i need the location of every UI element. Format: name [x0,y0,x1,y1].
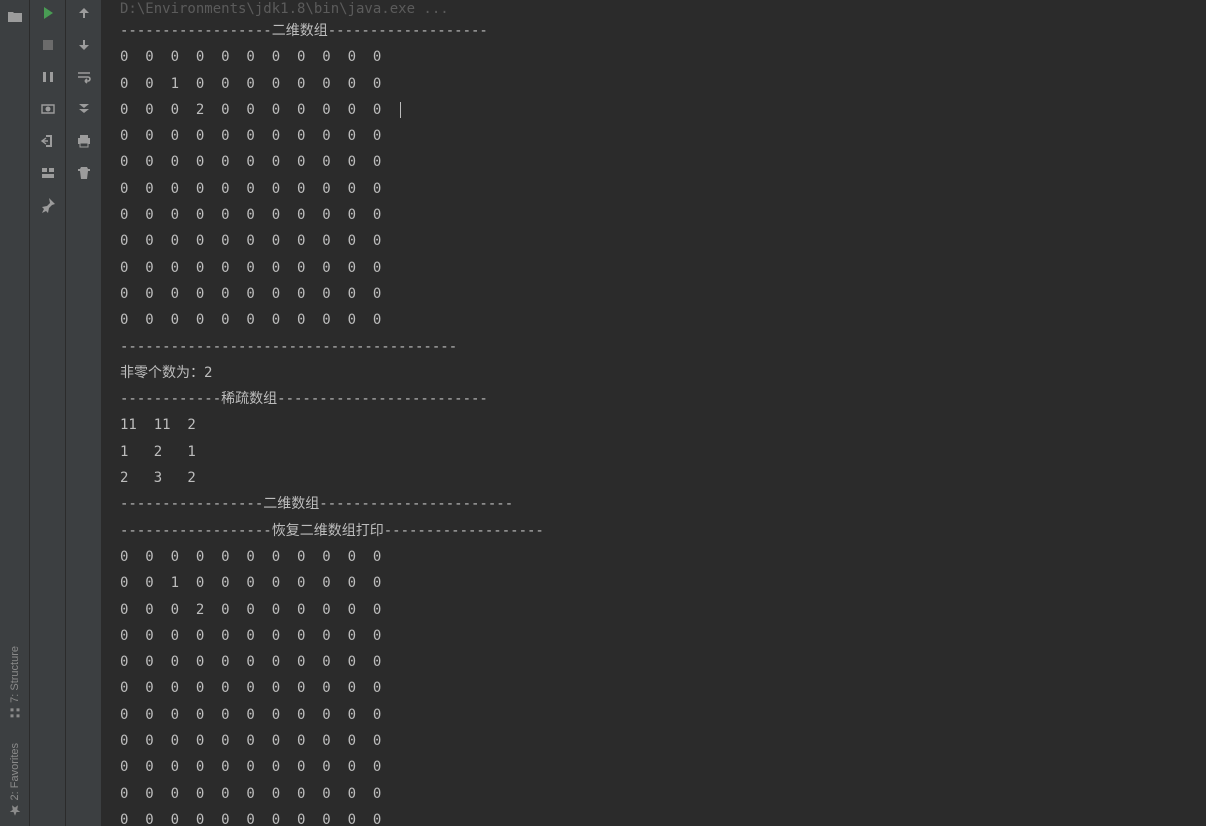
left-side-tab-strip: 7: Structure 2: Favorites [0,0,30,826]
stop-button[interactable] [35,32,61,58]
project-view-icon[interactable] [2,4,28,30]
layout-button[interactable] [35,160,61,186]
run-toolbar-secondary [66,0,102,826]
run-button[interactable] [35,0,61,26]
side-tab-favorites[interactable]: 2: Favorites [9,733,21,826]
text-caret [400,102,401,118]
run-toolbar-primary [30,0,66,826]
star-icon [9,804,21,816]
scroll-down-button[interactable] [71,32,97,58]
soft-wrap-button[interactable] [71,64,97,90]
pause-button[interactable] [35,64,61,90]
exit-button[interactable] [35,128,61,154]
side-tab-favorites-label: 2: Favorites [9,743,21,800]
scroll-up-button[interactable] [71,0,97,26]
console-command-header: D:\Environments\jdk1.8\bin\java.exe ... [120,0,1206,18]
console-panel: D:\Environments\jdk1.8\bin\java.exe ... … [102,0,1206,826]
console-output[interactable]: ------------------二维数组------------------… [120,18,1206,826]
dump-threads-button[interactable] [35,96,61,122]
print-button[interactable] [71,128,97,154]
clear-all-button[interactable] [71,160,97,186]
side-tab-structure[interactable]: 7: Structure [9,636,21,729]
structure-icon [9,707,21,719]
side-tab-structure-label: 7: Structure [9,646,21,703]
pin-button[interactable] [35,192,61,218]
scroll-to-end-button[interactable] [71,96,97,122]
